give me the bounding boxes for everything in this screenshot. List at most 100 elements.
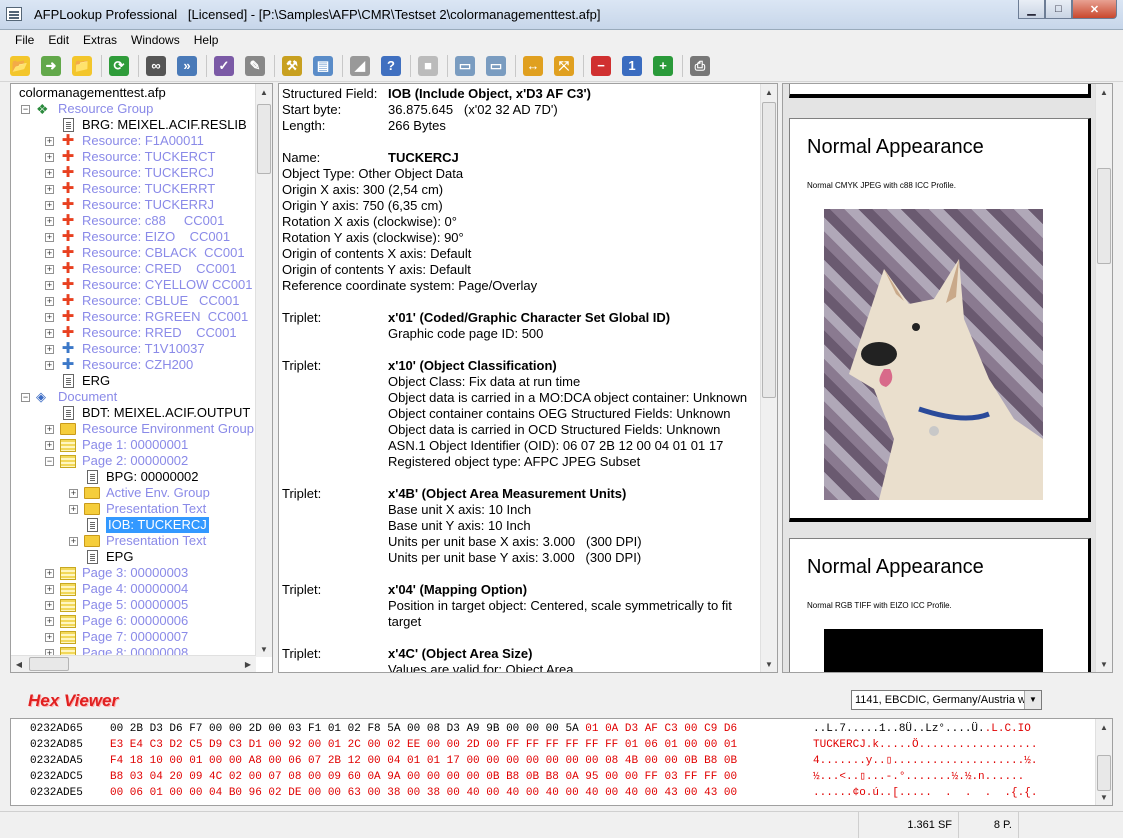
scroll-up-icon[interactable]: ▲ <box>256 84 272 100</box>
zoom-in-button[interactable]: + <box>651 54 675 78</box>
tree-node[interactable]: + ✚ Resource: EIZO CC001 <box>45 229 230 245</box>
export-button[interactable]: ➜ <box>39 54 63 78</box>
scroll-down-icon[interactable]: ▼ <box>1096 656 1112 672</box>
expand-icon[interactable]: + <box>45 440 54 450</box>
tree-node[interactable]: + ✚ Resource: CYELLOW CC001 <box>45 277 253 293</box>
collapse-icon[interactable]: − <box>45 456 54 466</box>
menu-windows[interactable]: Windows <box>124 33 187 47</box>
tree-node[interactable]: + ✚ Resource: RGREEN CC001 <box>45 309 248 325</box>
tree-node[interactable]: + Active Env. Group <box>69 485 210 501</box>
scroll-thumb[interactable] <box>257 104 271 174</box>
tree-node[interactable]: EPG <box>69 549 133 565</box>
page-next-button[interactable]: ▭ <box>484 54 508 78</box>
menu-help[interactable]: Help <box>187 33 226 47</box>
fit-page-button[interactable]: ⤧ <box>552 54 576 78</box>
tree-node[interactable]: + ✚ Resource: CBLUE CC001 <box>45 293 240 309</box>
expand-icon[interactable]: + <box>45 424 54 434</box>
minimize-button[interactable]: ▁ <box>1018 0 1045 19</box>
details-vertical-scrollbar[interactable]: ▲ ▼ <box>760 84 777 672</box>
tree-node[interactable]: − ❖ Resource Group <box>21 101 153 117</box>
expand-icon[interactable]: + <box>45 264 54 274</box>
open-button[interactable]: 📂 <box>8 54 32 78</box>
find-next-button[interactable]: » <box>175 54 199 78</box>
tree-node[interactable]: BDT: MEIXEL.ACIF.OUTPUT <box>45 405 250 421</box>
tree-node[interactable]: − Page 2: 00000002 <box>45 453 188 469</box>
scroll-down-icon[interactable]: ▼ <box>1096 789 1112 805</box>
expand-icon[interactable]: + <box>45 360 54 370</box>
tree-node[interactable]: + Page 4: 00000004 <box>45 581 188 597</box>
expand-icon[interactable]: + <box>69 488 78 498</box>
image-button[interactable]: ◢ <box>348 54 372 78</box>
tree-root[interactable]: colormanagementtest.afp <box>19 85 166 101</box>
tree-vertical-scrollbar[interactable]: ▲ ▼ <box>255 84 272 657</box>
tree-node[interactable]: + ✚ Resource: TUCKERCT <box>45 149 215 165</box>
tree-node[interactable]: + ✚ Resource: CZH200 <box>45 357 193 373</box>
hex-row[interactable]: 0232ADE5 00 06 01 00 00 04 B0 96 02 DE 00… <box>11 785 1091 801</box>
tree-horizontal-scrollbar[interactable]: ◀ ▶ <box>11 655 256 672</box>
extract-button[interactable]: ✎ <box>243 54 267 78</box>
preview-vertical-scrollbar[interactable]: ▲ ▼ <box>1095 84 1112 672</box>
expand-icon[interactable]: + <box>45 616 54 626</box>
tree-node[interactable]: + ✚ Resource: TUCKERCJ <box>45 165 214 181</box>
tree-node[interactable]: + Presentation Text <box>69 533 206 549</box>
menu-edit[interactable]: Edit <box>41 33 76 47</box>
page-prev-button[interactable]: ▭ <box>453 54 477 78</box>
hex-row[interactable]: 0232ADA5 F4 18 10 00 01 00 00 A8 00 06 07… <box>11 753 1091 769</box>
tree-node[interactable]: + ✚ Resource: RRED CC001 <box>45 325 237 341</box>
tree-node[interactable]: BPG: 00000002 <box>69 469 199 485</box>
tree-node[interactable]: IOB: TUCKERCJ <box>69 517 209 533</box>
fit-width-button[interactable]: ↔ <box>521 54 545 78</box>
folder-button[interactable]: 📁 <box>70 54 94 78</box>
close-button[interactable]: ✕ <box>1072 0 1117 19</box>
scroll-thumb[interactable] <box>762 102 776 398</box>
scroll-down-icon[interactable]: ▼ <box>761 656 777 672</box>
collapse-icon[interactable]: − <box>21 104 30 114</box>
hex-row[interactable]: 0232AD85 E3 E4 C3 D2 C5 D9 C3 D1 00 92 00… <box>11 737 1091 753</box>
expand-icon[interactable]: + <box>45 232 54 242</box>
expand-icon[interactable]: + <box>45 248 54 258</box>
tree-node[interactable]: + ✚ Resource: CRED CC001 <box>45 261 237 277</box>
tools-button[interactable]: ⚒ <box>280 54 304 78</box>
tree-node[interactable]: + Presentation Text <box>69 501 206 517</box>
expand-icon[interactable]: + <box>45 568 54 578</box>
scroll-up-icon[interactable]: ▲ <box>1096 84 1112 100</box>
tree-node[interactable]: + Resource Environment Group <box>45 421 254 437</box>
preview-button[interactable]: ▤ <box>311 54 335 78</box>
expand-icon[interactable]: + <box>45 168 54 178</box>
find-button[interactable]: ∞ <box>144 54 168 78</box>
refresh-button[interactable]: ⟳ <box>107 54 131 78</box>
stop-button[interactable]: ■ <box>416 54 440 78</box>
expand-icon[interactable]: + <box>69 504 78 514</box>
tree-node[interactable]: + Page 6: 00000006 <box>45 613 188 629</box>
tree-node[interactable]: − ◈ Document <box>21 389 117 405</box>
scroll-up-icon[interactable]: ▲ <box>1096 719 1112 735</box>
expand-icon[interactable]: + <box>69 536 78 546</box>
expand-icon[interactable]: + <box>45 344 54 354</box>
checklist-button[interactable]: ✓ <box>212 54 236 78</box>
h-scroll-thumb[interactable] <box>29 657 69 671</box>
hex-vertical-scrollbar[interactable]: ▲ ▼ <box>1095 719 1112 805</box>
expand-icon[interactable]: + <box>45 296 54 306</box>
scroll-thumb[interactable] <box>1097 168 1111 264</box>
tree-node[interactable]: ERG <box>45 373 110 389</box>
hex-row[interactable]: 0232ADC5 B8 03 04 20 09 4C 02 00 07 08 00… <box>11 769 1091 785</box>
scroll-left-icon[interactable]: ◀ <box>11 656 27 672</box>
menu-extras[interactable]: Extras <box>76 33 124 47</box>
scroll-right-icon[interactable]: ▶ <box>240 656 256 672</box>
help-button[interactable]: ? <box>379 54 403 78</box>
expand-icon[interactable]: + <box>45 216 54 226</box>
tree-node[interactable]: + Page 7: 00000007 <box>45 629 188 645</box>
expand-icon[interactable]: + <box>45 136 54 146</box>
tree-node[interactable]: + ✚ Resource: T1V10037 <box>45 341 205 357</box>
expand-icon[interactable]: + <box>45 584 54 594</box>
tree-node[interactable]: + ✚ Resource: c88 CC001 <box>45 213 224 229</box>
encoding-select[interactable]: 1141, EBCDIC, Germany/Austria with Euro▼ <box>851 690 1042 710</box>
scroll-thumb[interactable] <box>1097 755 1111 791</box>
tree-node[interactable]: + ✚ Resource: TUCKERRJ <box>45 197 214 213</box>
expand-icon[interactable]: + <box>45 200 54 210</box>
zoom-out-button[interactable]: − <box>589 54 613 78</box>
tree-node[interactable]: + Page 1: 00000001 <box>45 437 188 453</box>
print-button[interactable]: ⎙ <box>688 54 712 78</box>
expand-icon[interactable]: + <box>45 280 54 290</box>
tree-node[interactable]: + ✚ Resource: F1A00011 <box>45 133 204 149</box>
